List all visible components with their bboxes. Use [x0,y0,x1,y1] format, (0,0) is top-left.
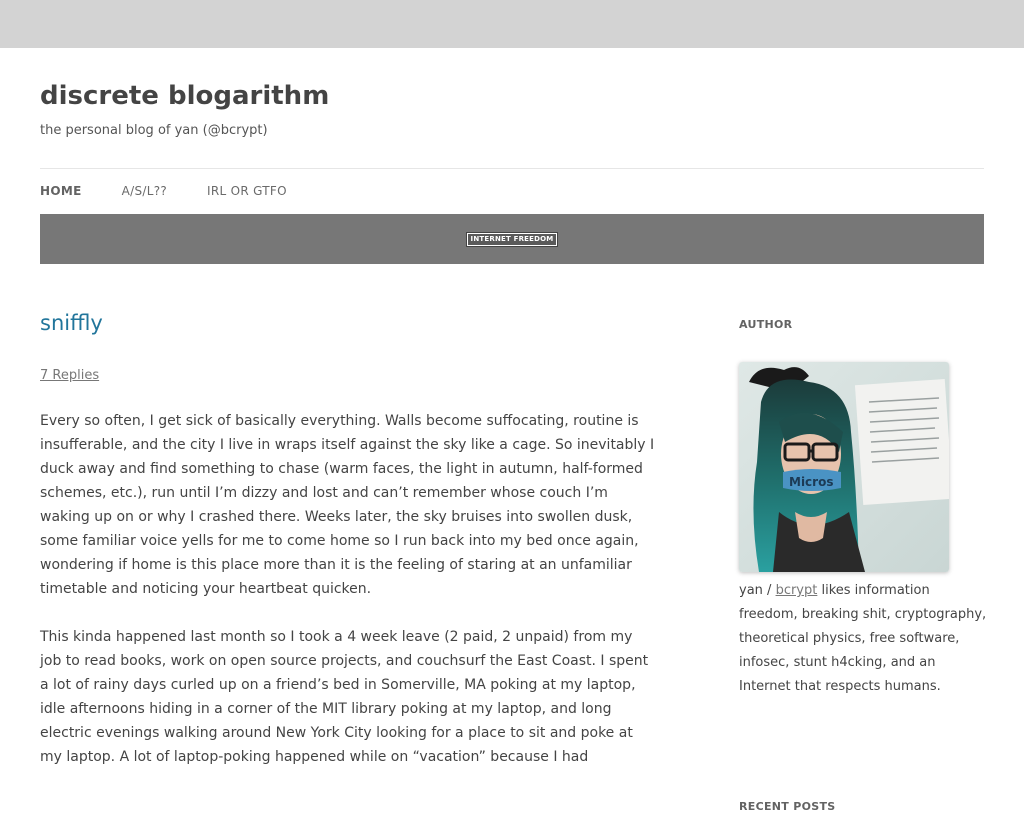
post-title: sniffly [40,310,656,336]
author-widget-title: AUTHOR [739,318,793,331]
internet-freedom-badge[interactable]: INTERNET FREEDOM [465,231,559,247]
author-bio: yan / bcrypt likes information freedom, … [739,579,989,699]
post-paragraph: This kinda happened last month so I took… [40,629,649,765]
comments-link[interactable]: 7 Replies [40,368,99,383]
author-handle-link[interactable]: bcrypt [776,583,818,598]
nav-item-asl[interactable]: A/S/L?? [122,184,167,198]
post-content: Every so often, I get sick of basically … [40,409,656,793]
post-paragraph: Every so often, I get sick of basically … [40,413,655,597]
nav-item-home[interactable]: HOME [40,184,82,198]
post-article: sniffly 7 Replies Every so often, I get … [40,310,656,765]
main-navigation: HOME A/S/L?? IRL OR GTFO [40,168,984,213]
author-name: yan / [739,583,772,598]
author-portrait-image: Micros [739,362,949,572]
post-title-link[interactable]: sniffly [40,311,103,335]
recent-posts-title: RECENT POSTS [739,800,836,813]
site-title-link[interactable]: discrete blogarithm [40,81,329,111]
sidebar: AUTHOR Micros yan / bcrypt likes informa… [739,318,989,813]
svg-text:Micros: Micros [789,475,833,489]
browser-top-strip [0,0,1024,48]
site-title: discrete blogarithm [40,81,329,111]
author-bio-text: likes information freedom, breaking shit… [739,583,987,694]
nav-item-irl-or-gtfo[interactable]: IRL OR GTFO [207,184,287,198]
header-banner: INTERNET FREEDOM [40,214,984,264]
site-description: the personal blog of yan (@bcrypt) [40,123,268,138]
author-avatar: Micros [739,362,949,572]
